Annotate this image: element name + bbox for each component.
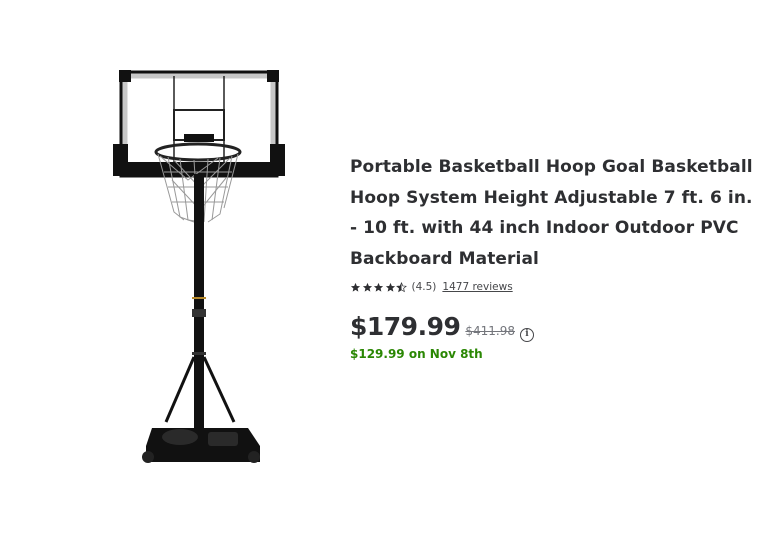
rating-row: (4.5) 1477 reviews bbox=[350, 279, 760, 295]
rating-value: (4.5) bbox=[411, 281, 437, 293]
star-rating bbox=[350, 281, 408, 293]
product-image[interactable] bbox=[108, 62, 288, 472]
reviews-link[interactable]: 1477 reviews bbox=[442, 281, 512, 293]
star-full-icon bbox=[350, 282, 361, 292]
was-price: $411.98 bbox=[465, 324, 515, 338]
star-full-icon bbox=[385, 282, 395, 292]
star-full-icon bbox=[373, 282, 384, 292]
product-title[interactable]: Portable Basketball Hoop Goal Basketball… bbox=[350, 152, 760, 274]
current-price: $179.99 bbox=[350, 312, 461, 341]
basketball-hoop-image bbox=[113, 70, 285, 463]
star-full-icon bbox=[362, 282, 372, 292]
product-card: Portable Basketball Hoop Goal Basketball… bbox=[0, 0, 770, 540]
star-half-icon bbox=[396, 281, 407, 292]
product-info: Portable Basketball Hoop Goal Basketball… bbox=[350, 152, 760, 361]
future-price: $129.99 on Nov 8th bbox=[350, 347, 483, 361]
price-row: $179.99 $411.98 i bbox=[350, 312, 760, 342]
info-circle-icon[interactable]: i bbox=[520, 327, 534, 342]
